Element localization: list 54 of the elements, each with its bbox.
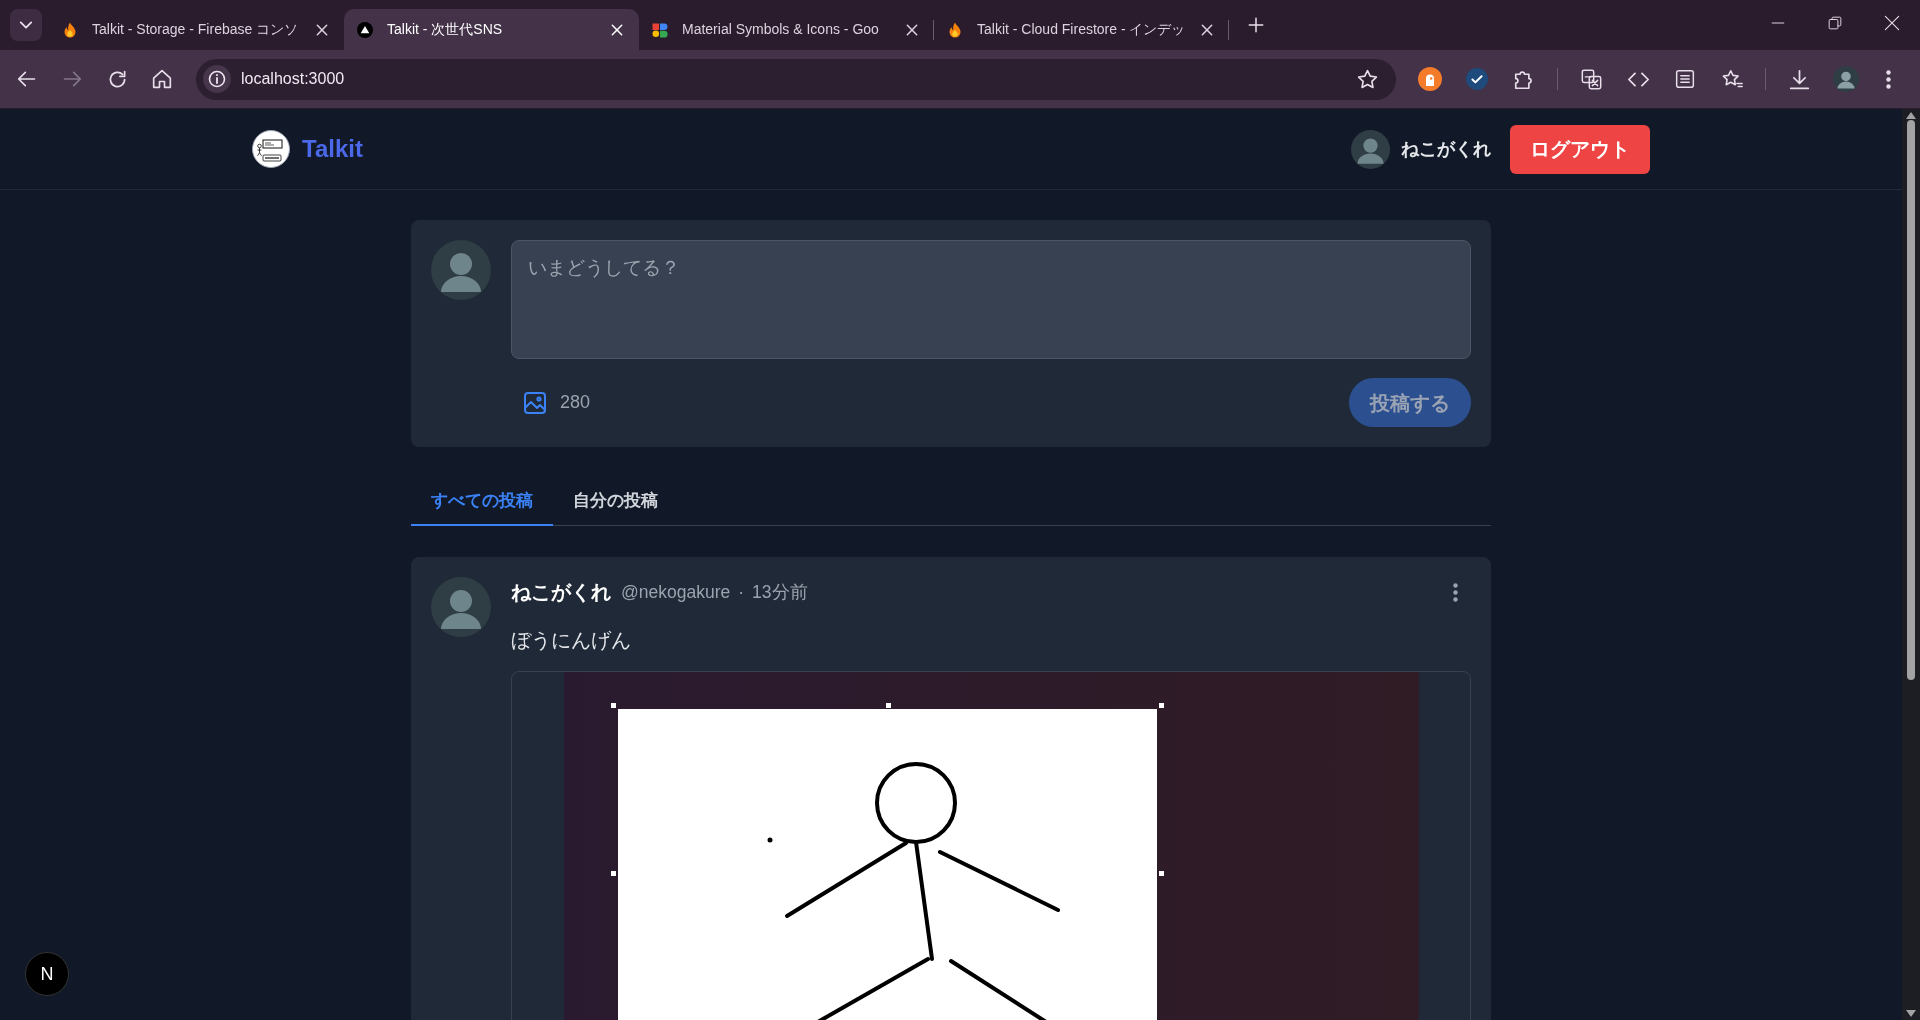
down-triangle-icon (1906, 1010, 1916, 1017)
address-bar[interactable]: localhost:3000 (196, 58, 1396, 100)
download-icon (1788, 68, 1810, 90)
close-icon (905, 22, 919, 37)
dot-separator: · (738, 580, 745, 604)
display-name: ねこがくれ (511, 580, 611, 605)
puzzle-icon (1513, 68, 1535, 90)
star-list-icon (1721, 68, 1743, 90)
close-icon (315, 22, 329, 37)
browser-tab[interactable]: Talkit - Storage - Firebase コンソ (49, 9, 344, 50)
close-icon (1883, 15, 1900, 31)
home-icon (152, 69, 172, 89)
check-badge-icon (1466, 68, 1488, 90)
extension-badge-icon (1418, 67, 1442, 91)
browser-tab[interactable]: Talkit - 次世代SNS (344, 9, 639, 50)
reload-icon (107, 69, 127, 89)
tab-search-button[interactable] (10, 9, 42, 41)
list-icon (1675, 69, 1695, 89)
scrollbar[interactable] (1902, 109, 1920, 1020)
browser-tab[interactable]: Talkit - Cloud Firestore - インデッ (934, 9, 1229, 50)
image-icon (523, 390, 547, 415)
app-name[interactable]: Talkit (302, 131, 363, 167)
restore-icon (1827, 16, 1842, 30)
more-icon (1885, 69, 1891, 89)
logout-button[interactable]: ログアウト (1510, 124, 1650, 174)
character-count: 280 (560, 391, 591, 414)
post-time: 13分前 (752, 580, 808, 604)
arrow-right-icon (62, 69, 82, 89)
flame-icon (62, 21, 78, 38)
info-icon[interactable] (203, 65, 231, 93)
avatar-icon (431, 240, 491, 300)
avatar-icon (1833, 66, 1859, 92)
post-text: ぼうにんげん (511, 628, 632, 653)
plus-icon (1247, 16, 1265, 34)
dev-tools-button[interactable]: N (25, 952, 69, 996)
star-icon (1356, 68, 1378, 90)
user-name: ねこがくれ (1401, 137, 1491, 161)
translate-icon (1580, 68, 1602, 90)
user-handle: @nekogakure (621, 580, 731, 604)
post-textarea[interactable]: いまどうしてる？ (511, 240, 1471, 359)
flame-icon (947, 21, 963, 38)
url-text: localhost:3000 (241, 69, 346, 89)
colored-shapes-icon (652, 21, 668, 38)
more-icon (1452, 582, 1458, 602)
feed-tab[interactable]: 自分の投稿 (553, 478, 678, 526)
avatar-icon (431, 577, 491, 637)
feed-tab[interactable]: すべての投稿 (411, 478, 553, 526)
close-icon (610, 22, 624, 37)
up-triangle-icon (1906, 112, 1916, 119)
avatar-icon (1351, 129, 1390, 169)
browser-tab[interactable]: Material Symbols & Icons - Goo (639, 9, 934, 50)
arrow-left-icon (17, 69, 37, 89)
close-icon (1200, 22, 1214, 37)
logo-icon (252, 130, 290, 168)
